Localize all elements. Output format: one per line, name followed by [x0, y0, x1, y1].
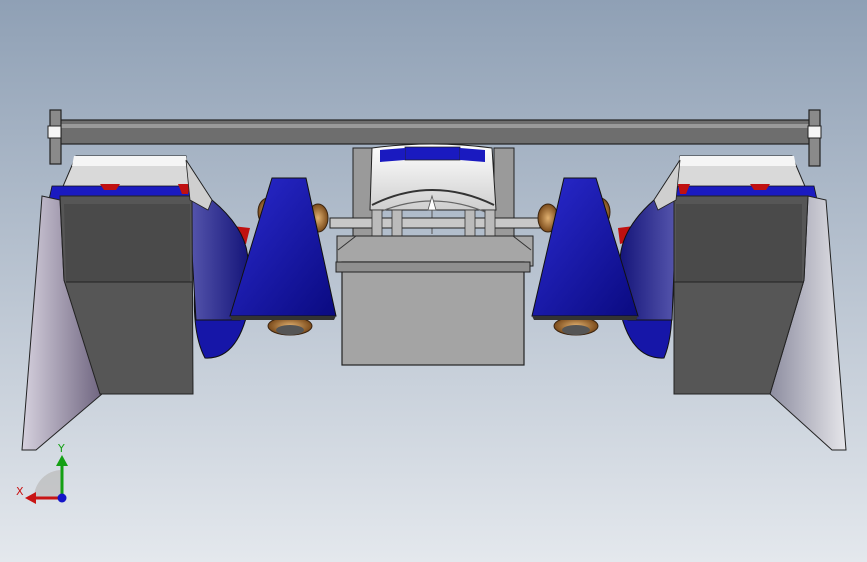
gearbox-block: [341, 261, 525, 366]
y-axis-label: Y: [57, 442, 65, 455]
viewport-canvas[interactable]: Y X: [0, 0, 867, 562]
x-axis-label: X: [16, 485, 24, 498]
cad-viewport[interactable]: Y X: [0, 0, 867, 562]
rear-frame: [329, 209, 541, 267]
z-axis-dot: [57, 493, 67, 503]
